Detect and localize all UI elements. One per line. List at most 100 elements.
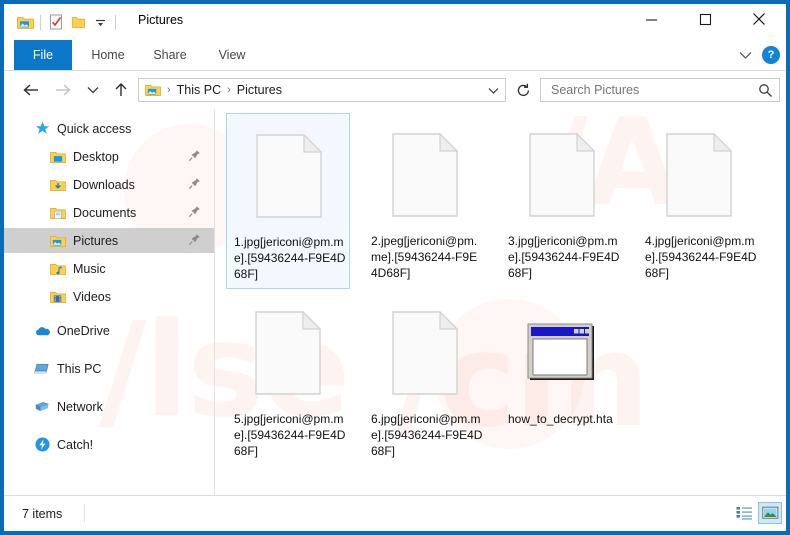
generic-file-icon <box>363 117 487 233</box>
network-icon <box>34 399 50 415</box>
sidebar-item-music[interactable]: Music <box>4 256 214 281</box>
file-item[interactable]: 4.jpg[jericoni@pm.me].[59436244-F9E4D68F… <box>637 113 761 289</box>
tab-view[interactable]: View <box>206 40 258 70</box>
quick-access-toolbar <box>14 10 120 34</box>
sidebar-label: Documents <box>73 205 137 220</box>
refresh-button[interactable] <box>512 79 534 101</box>
pin-icon[interactable] <box>188 149 202 163</box>
sidebar-item-downloads[interactable]: Downloads <box>4 172 214 197</box>
sidebar-item-onedrive[interactable]: OneDrive <box>4 318 214 343</box>
minimize-button[interactable] <box>628 4 674 34</box>
pin-icon[interactable] <box>188 205 202 219</box>
star-icon <box>34 121 50 137</box>
pane-divider[interactable] <box>214 110 215 495</box>
this-pc-icon <box>34 361 50 377</box>
toolbar-divider <box>40 14 41 30</box>
forward-button[interactable] <box>49 77 75 103</box>
file-item[interactable]: 5.jpg[jericoni@pm.me].[59436244-F9E4D68F… <box>226 291 350 467</box>
generic-file-icon <box>500 117 624 233</box>
sidebar-item-videos[interactable]: Videos <box>4 284 214 309</box>
search-box[interactable] <box>540 78 780 102</box>
onedrive-icon <box>34 323 50 339</box>
file-name: 1.jpg[jericoni@pm.me].[59436244-F9E4D68F… <box>234 235 346 281</box>
file-name: 3.jpg[jericoni@pm.me].[59436244-F9E4D68F… <box>508 234 620 280</box>
file-item[interactable]: how_to_decrypt.hta <box>500 291 624 467</box>
generic-file-icon <box>363 295 487 411</box>
address-bar[interactable]: › This PC › Pictures <box>138 78 506 102</box>
pictures-folder-icon[interactable] <box>14 11 36 33</box>
sidebar-label: Music <box>73 261 106 276</box>
explorer-window: /lse /cm /A Pictures File Home Share Vie… <box>0 0 790 535</box>
tab-share[interactable]: Share <box>144 40 196 70</box>
file-item[interactable]: 1.jpg[jericoni@pm.me].[59436244-F9E4D68F… <box>226 113 350 289</box>
sidebar-group-quick-access[interactable]: Quick access <box>4 116 214 141</box>
tab-file[interactable]: File <box>14 40 72 70</box>
sidebar-item-catch[interactable]: Catch! <box>4 432 214 457</box>
sidebar-label: Videos <box>73 289 111 304</box>
folder-music-icon <box>50 261 66 277</box>
hta-window-icon <box>500 295 624 411</box>
sidebar-label: OneDrive <box>57 323 110 338</box>
sidebar-item-documents[interactable]: Documents <box>4 200 214 225</box>
sidebar-item-pictures[interactable]: Pictures <box>4 228 214 253</box>
item-count: 7 items <box>22 507 63 521</box>
sidebar-item-network[interactable]: Network <box>4 394 214 419</box>
sidebar-label: Desktop <box>73 149 119 164</box>
recent-locations-button[interactable] <box>80 77 106 103</box>
sidebar-label: Catch! <box>57 437 94 452</box>
file-item[interactable]: 3.jpg[jericoni@pm.me].[59436244-F9E4D68F… <box>500 113 624 289</box>
file-name: how_to_decrypt.hta <box>508 412 613 426</box>
window-title: Pictures <box>138 13 184 27</box>
generic-file-icon <box>637 117 761 233</box>
customize-dropdown-icon[interactable] <box>89 11 111 33</box>
help-button[interactable]: ? <box>762 46 780 64</box>
sidebar-item-desktop[interactable]: Desktop <box>4 144 214 169</box>
sidebar-label: Pictures <box>73 233 119 248</box>
sidebar-label: This PC <box>57 361 102 376</box>
generic-file-icon <box>227 118 351 234</box>
address-dropdown-icon[interactable] <box>485 83 501 99</box>
pin-icon[interactable] <box>188 233 202 247</box>
file-item[interactable]: 2.jpeg[jericoni@pm.me].[59436244-F9E4D68… <box>363 113 487 289</box>
folder-pictures-icon <box>50 233 66 249</box>
file-item[interactable]: 6.jpg[jericoni@pm.me].[59436244-F9E4D68F… <box>363 291 487 467</box>
up-button[interactable] <box>108 77 134 103</box>
sidebar-item-this-pc[interactable]: This PC <box>4 356 214 381</box>
navigation-pane: Quick access Desktop Downloads Documents… <box>4 110 214 495</box>
toolbar-divider <box>115 14 116 30</box>
close-button[interactable] <box>736 4 782 34</box>
folder-videos-icon <box>50 289 66 305</box>
folder-desktop-icon <box>50 149 66 165</box>
large-icons-view-button[interactable] <box>758 502 782 524</box>
breadcrumb-pictures[interactable]: Pictures <box>237 83 282 97</box>
search-input[interactable] <box>549 82 748 98</box>
breadcrumb-this-pc[interactable]: This PC <box>177 83 221 97</box>
status-divider <box>84 504 85 522</box>
folder-downloads-icon <box>50 177 66 193</box>
file-list-view: 1.jpg[jericoni@pm.me].[59436244-F9E4D68F… <box>215 110 786 495</box>
tab-home[interactable]: Home <box>82 40 134 70</box>
ribbon-tab-bar: File Home Share View ? <box>4 40 786 70</box>
details-view-button[interactable] <box>732 502 756 524</box>
chevron-down-icon[interactable] <box>732 44 758 66</box>
file-name: 6.jpg[jericoni@pm.me].[59436244-F9E4D68F… <box>371 412 483 458</box>
file-name: 4.jpg[jericoni@pm.me].[59436244-F9E4D68F… <box>645 234 757 280</box>
explorer-body: Quick access Desktop Downloads Documents… <box>4 110 786 495</box>
new-folder-icon[interactable] <box>67 11 89 33</box>
back-button[interactable] <box>18 77 44 103</box>
file-name: 2.jpeg[jericoni@pm.me].[59436244-F9E4D68… <box>371 234 478 280</box>
pictures-folder-icon <box>145 83 161 97</box>
folder-documents-icon <box>50 205 66 221</box>
sidebar-label: Network <box>57 399 103 414</box>
generic-file-icon <box>226 295 350 411</box>
status-bar: 7 items <box>4 495 786 531</box>
search-icon[interactable] <box>757 82 773 98</box>
catch-icon <box>34 437 50 453</box>
file-name: 5.jpg[jericoni@pm.me].[59436244-F9E4D68F… <box>234 412 346 458</box>
pin-icon[interactable] <box>188 177 202 191</box>
maximize-button[interactable] <box>682 4 728 34</box>
properties-icon[interactable] <box>45 11 67 33</box>
sidebar-label: Downloads <box>73 177 135 192</box>
breadcrumb-separator: › <box>167 84 171 96</box>
address-bar-row: › This PC › Pictures <box>4 71 786 110</box>
